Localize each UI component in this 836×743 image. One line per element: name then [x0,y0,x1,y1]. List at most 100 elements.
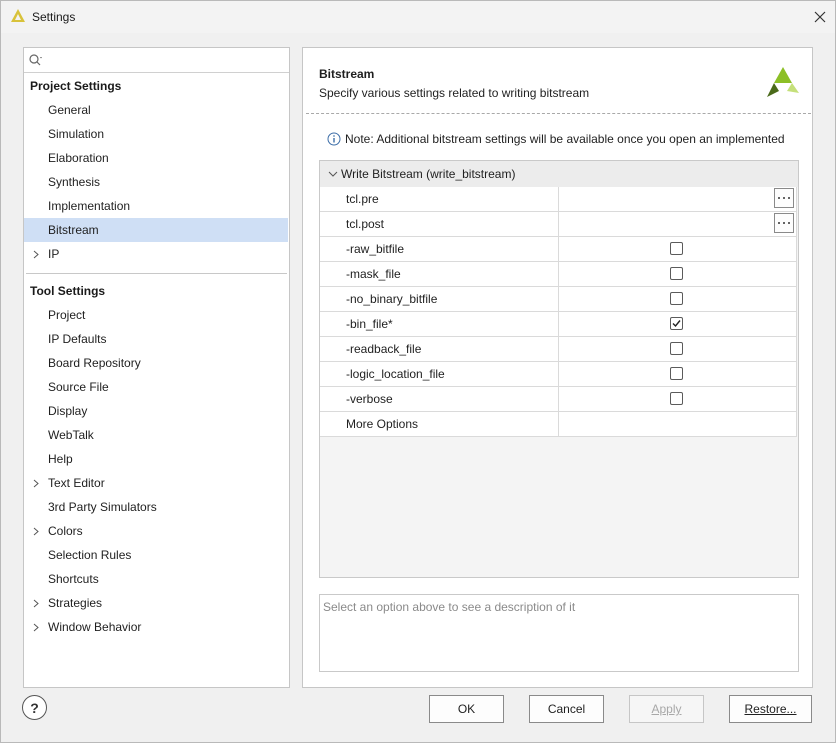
table-row: -verbose [320,387,796,412]
nav-item-elaboration[interactable]: Elaboration [24,146,288,170]
vivado-logo-icon [767,67,799,97]
close-button[interactable] [805,3,835,31]
header-divider [306,113,811,114]
page-title: Bitstream [319,67,375,81]
apply-button[interactable]: Apply [629,695,704,723]
check-icon [672,320,681,328]
readback-file-checkbox[interactable] [670,342,683,355]
ok-button[interactable]: OK [429,695,504,723]
chevron-right-icon[interactable] [33,591,43,615]
chevron-down-icon[interactable] [328,171,338,177]
chevron-right-icon[interactable] [33,519,43,543]
nav-item-label: Selection Rules [48,548,132,562]
option-value-cell [559,387,796,411]
nav-item-window-behavior[interactable]: Window Behavior [24,615,288,639]
nav-item-label: General [48,103,91,117]
mask-file-checkbox[interactable] [670,267,683,280]
option-value-field[interactable] [559,187,796,211]
nav-item-bitstream[interactable]: Bitstream [24,218,288,242]
bin-file-checkbox[interactable] [670,317,683,330]
nav-item-label: Synthesis [48,175,101,189]
info-note-text: Note: Additional bitstream settings will… [345,132,785,146]
help-button[interactable]: ? [22,695,47,720]
nav-item-implementation[interactable]: Implementation [24,194,288,218]
table-row: -bin_file* [320,312,796,337]
search-icon [29,54,42,66]
nav-item-ip-defaults[interactable]: IP Defaults [24,327,288,351]
nav-item-synthesis[interactable]: Synthesis [24,170,288,194]
option-name: -mask_file [346,267,401,281]
restore-button[interactable]: Restore... [729,695,812,723]
nav-item-colors[interactable]: Colors [24,519,288,543]
more-options-field[interactable] [559,412,796,436]
nav-item-label: Implementation [48,199,131,213]
verbose-checkbox[interactable] [670,392,683,405]
browse-button[interactable] [774,188,794,208]
title-bar: Settings [1,1,835,33]
search-input[interactable] [44,50,284,70]
nav-item-label: IP Defaults [48,332,107,346]
option-name: -raw_bitfile [346,242,405,256]
nav-item-label: Simulation [48,127,105,141]
nav-item-simulation[interactable]: Simulation [24,122,288,146]
nav-item-text-editor[interactable]: Text Editor [24,471,288,495]
logic-location-file-checkbox[interactable] [670,367,683,380]
nav-item-strategies[interactable]: Strategies [24,591,288,615]
raw-bitfile-checkbox[interactable] [670,242,683,255]
no-binary-bitfile-checkbox[interactable] [670,292,683,305]
project-settings-header: Project Settings [30,79,122,93]
table-row: -readback_file [320,337,796,362]
option-value-cell [559,262,796,286]
nav-item-help[interactable]: Help [24,447,288,471]
chevron-right-icon[interactable] [33,471,43,495]
nav-item-label: Display [48,404,88,418]
chevron-right-icon[interactable] [33,242,43,266]
cancel-button-label: Cancel [547,702,586,716]
option-value-cell [559,362,796,386]
nav-item-label: Help [48,452,73,466]
group-write-bitstream[interactable]: Write Bitstream (write_bitstream) [320,161,798,187]
option-value-field[interactable] [559,212,796,236]
nav-item-label: Source File [48,380,109,394]
settings-dialog: Settings Project Settings General Simula… [0,0,836,743]
option-value-cell [559,312,796,336]
nav-item-label: WebTalk [48,428,94,442]
apply-button-label: Apply [651,702,682,716]
nav-item-label: Text Editor [48,476,105,490]
nav-item-general[interactable]: General [24,98,288,122]
nav-item-label: 3rd Party Simulators [48,500,157,514]
nav-item-board-repository[interactable]: Board Repository [24,351,288,375]
nav-item-display[interactable]: Display [24,399,288,423]
nav-item-shortcuts[interactable]: Shortcuts [24,567,288,591]
nav-item-selection-rules[interactable]: Selection Rules [24,543,288,567]
info-note: Note: Additional bitstream settings will… [327,132,785,146]
nav-item-label: Bitstream [48,223,99,237]
option-value-cell [559,337,796,361]
browse-button[interactable] [774,213,794,233]
nav-item-label: IP [48,247,60,261]
nav-item-project[interactable]: Project [24,303,288,327]
table-row: More Options [320,412,796,437]
ok-button-label: OK [457,702,476,716]
window-title: Settings [32,10,76,24]
table-row: -mask_file [320,262,796,287]
table-row: -raw_bitfile [320,237,796,262]
nav-item-webtalk[interactable]: WebTalk [24,423,288,447]
table-row: tcl.pre [320,187,796,212]
table-edge [796,187,797,437]
option-name: -verbose [346,392,393,406]
restore-button-label: Restore... [744,702,797,716]
option-description: Select an option above to see a descript… [319,594,799,672]
nav-item-3rd-party-simulators[interactable]: 3rd Party Simulators [24,495,288,519]
info-icon [327,132,341,146]
cancel-button[interactable]: Cancel [529,695,604,723]
nav-item-label: Window Behavior [48,620,142,634]
ellipsis-icon [778,197,790,199]
search-field[interactable] [24,48,289,73]
nav-item-label: Elaboration [48,151,109,165]
nav-item-ip[interactable]: IP [24,242,288,266]
nav-item-source-file[interactable]: Source File [24,375,288,399]
page-subtitle: Specify various settings related to writ… [319,86,590,100]
section-divider [26,273,287,274]
chevron-right-icon[interactable] [33,615,43,639]
